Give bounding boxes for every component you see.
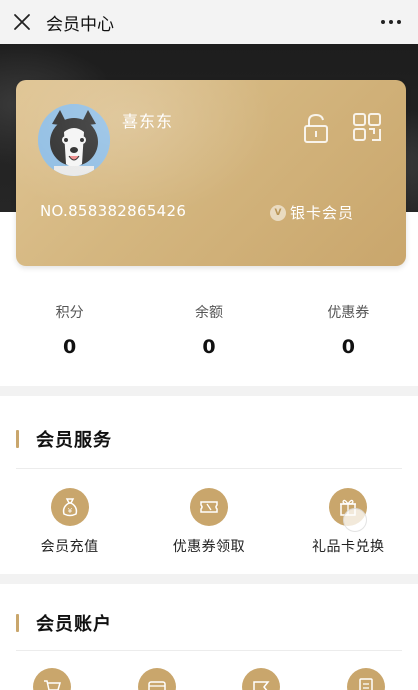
account-section-header: 会员账户: [16, 610, 112, 636]
cart-icon: [33, 668, 72, 690]
service-label: 优惠券领取: [172, 539, 246, 555]
touch-ripple: [343, 508, 368, 532]
account-grid: [0, 668, 418, 690]
stat-coupons[interactable]: 优惠券 0: [279, 292, 418, 372]
section-divider: [0, 386, 418, 396]
stat-balance[interactable]: 余额 0: [139, 292, 278, 372]
document-icon: [346, 668, 385, 690]
service-recharge[interactable]: ¥ 会员充值: [0, 488, 139, 556]
coupon-icon: [189, 488, 228, 526]
wallet-icon: [137, 668, 176, 690]
stat-value: 0: [202, 336, 216, 358]
husky-avatar-image: [38, 104, 110, 176]
page-title: 会员中心: [46, 14, 114, 35]
service-label: 会员充值: [40, 539, 99, 555]
qr-code-icon: [353, 113, 381, 141]
stat-label: 积分: [55, 305, 84, 321]
section-divider-line: [16, 468, 402, 469]
stat-label: 优惠券: [327, 305, 370, 321]
top-nav-bar: 会员中心: [0, 0, 418, 44]
stat-points[interactable]: 积分 0: [0, 292, 139, 372]
unlock-icon: [304, 113, 328, 143]
member-level-label: 银卡会员: [290, 204, 355, 222]
section-accent-bar: [16, 430, 19, 448]
account-item-records[interactable]: [314, 668, 418, 690]
service-gift-card[interactable]: 礼品卡兑换: [279, 488, 418, 556]
account-item-tickets[interactable]: [209, 668, 314, 690]
ticket-icon: [242, 668, 281, 690]
card-number: NO.858382865426: [40, 202, 187, 220]
account-item-orders[interactable]: [0, 668, 105, 690]
close-icon: [14, 14, 30, 30]
services-grid: ¥ 会员充值 优惠券领取 礼品卡兑换: [0, 488, 418, 556]
level-badge-icon: V: [270, 204, 286, 221]
member-card[interactable]: 喜东东 NO.858382865426 V 银卡会员: [16, 80, 406, 266]
stat-label: 余额: [194, 305, 223, 321]
service-label: 礼品卡兑换: [311, 539, 385, 555]
more-menu-button[interactable]: [376, 8, 406, 36]
money-bag-icon: ¥: [50, 488, 89, 526]
account-item-wallet[interactable]: [105, 668, 210, 690]
avatar[interactable]: [38, 104, 110, 176]
section-accent-bar: [16, 614, 19, 632]
stat-value: 0: [63, 336, 77, 358]
svg-text:¥: ¥: [67, 507, 72, 515]
section-title: 会员服务: [36, 430, 112, 451]
member-name: 喜东东: [122, 112, 174, 131]
section-divider: [0, 574, 418, 584]
member-level: V 银卡会员: [270, 202, 354, 223]
service-coupon-claim[interactable]: 优惠券领取: [139, 488, 278, 556]
gift-card-icon: [329, 488, 368, 532]
stat-value: 0: [341, 336, 355, 358]
lock-button[interactable]: [302, 112, 330, 144]
section-divider-line: [16, 650, 402, 651]
member-stats: 积分 0 余额 0 优惠券 0: [0, 292, 418, 372]
section-title: 会员账户: [36, 614, 112, 635]
services-section-header: 会员服务: [16, 426, 112, 452]
qr-code-button[interactable]: [352, 112, 382, 142]
more-icon: [381, 20, 385, 24]
close-button[interactable]: [0, 0, 44, 44]
